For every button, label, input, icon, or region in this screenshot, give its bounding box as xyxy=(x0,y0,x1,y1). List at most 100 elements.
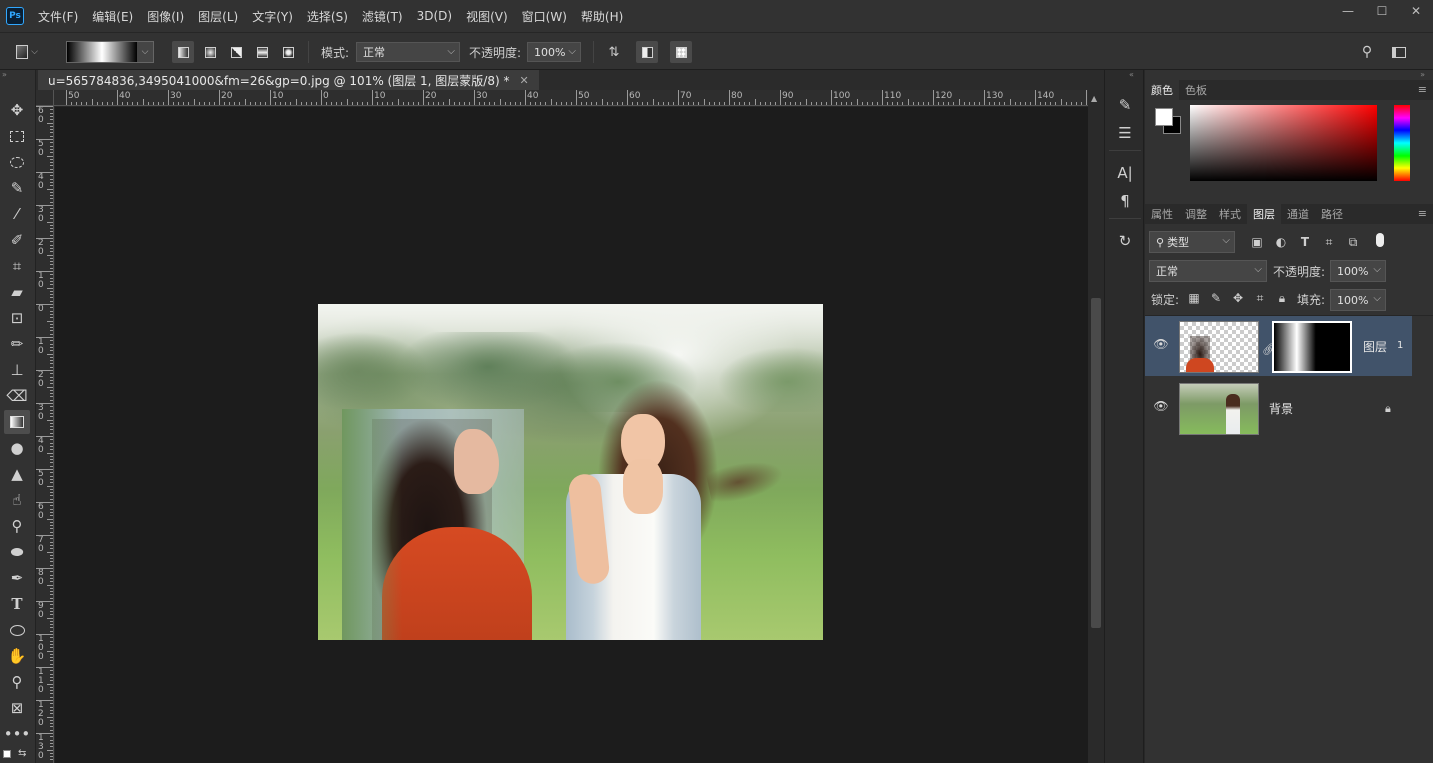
gradient-tool[interactable] xyxy=(4,410,30,434)
type-tool[interactable]: T xyxy=(4,592,30,616)
eyedropper-tool[interactable]: ✐ xyxy=(4,228,30,252)
ellipse-tool[interactable] xyxy=(4,618,30,642)
brush-tool[interactable]: ✏ xyxy=(4,332,30,356)
brush-settings-button[interactable]: ✎ xyxy=(1114,94,1136,116)
menu-select[interactable]: 选择(S) xyxy=(307,8,348,25)
vertical-scrollbar[interactable]: ▲ xyxy=(1088,90,1104,763)
adjustments-button[interactable]: ☰ xyxy=(1114,122,1136,144)
tool-preset-picker[interactable]: ⌵ xyxy=(16,41,38,63)
default-colors-icon[interactable] xyxy=(3,750,11,758)
close-button[interactable]: ✕ xyxy=(1399,0,1433,22)
layer-thumbnail[interactable] xyxy=(1179,383,1259,435)
layer-thumbnail[interactable] xyxy=(1179,321,1259,373)
search-button[interactable]: ⚲ xyxy=(1356,41,1378,63)
reverse-button[interactable]: ⇅ xyxy=(603,41,625,63)
filter-toggle[interactable] xyxy=(1371,231,1389,249)
opacity-field[interactable]: 100% ⌵ xyxy=(527,42,581,62)
layer-filter-select[interactable]: ⚲ 类型 ⌵ xyxy=(1149,231,1235,253)
visibility-eye-icon[interactable]: 👁︎ xyxy=(1153,398,1169,414)
paragraph-button[interactable]: ¶ xyxy=(1114,190,1136,212)
foreground-color-swatch[interactable] xyxy=(1155,108,1173,126)
tab-paths[interactable]: 路径 xyxy=(1315,204,1349,224)
hue-slider[interactable] xyxy=(1394,105,1410,181)
lock-position-button[interactable]: ✥ xyxy=(1229,289,1247,307)
clone-stamp-tool[interactable]: ⊥ xyxy=(4,358,30,382)
patch-tool[interactable]: ⊡ xyxy=(4,306,30,330)
marquee-tool[interactable] xyxy=(4,124,30,148)
sponge-tool[interactable]: ⬬ xyxy=(4,540,30,564)
menu-file[interactable]: 文件(F) xyxy=(38,8,78,25)
blur-tool[interactable]: ● xyxy=(4,436,30,460)
document-image[interactable] xyxy=(318,304,823,640)
document-tab[interactable]: u=565784836,3495041000&fm=26&gp=0.jpg @ … xyxy=(38,70,539,90)
hand-tool[interactable]: ✋ xyxy=(4,644,30,668)
zoom-tool[interactable]: ⚲ xyxy=(4,670,30,694)
panel-menu-icon[interactable]: ≡ xyxy=(1418,207,1427,220)
healing-brush-tool[interactable]: ▰ xyxy=(4,280,30,304)
radial-gradient-button[interactable] xyxy=(199,41,221,63)
transparency-button[interactable] xyxy=(670,41,692,63)
quick-selection-tool[interactable]: ✎ xyxy=(4,176,30,200)
tab-color[interactable]: 颜色 xyxy=(1145,80,1179,100)
layer-row[interactable]: 👁︎ 背景 🔒︎ xyxy=(1145,378,1412,438)
layer-name[interactable]: 背景 xyxy=(1269,400,1293,417)
menu-layer[interactable]: 图层(L) xyxy=(198,8,238,25)
dodge-tool[interactable]: ⚲ xyxy=(4,514,30,538)
angle-gradient-button[interactable] xyxy=(225,41,247,63)
more-tools-button[interactable]: ••• xyxy=(4,722,31,746)
scroll-up-icon[interactable]: ▲ xyxy=(1091,94,1097,103)
menu-type[interactable]: 文字(Y) xyxy=(252,8,293,25)
mode-select[interactable]: 正常 ⌵ xyxy=(356,42,460,62)
magic-wand-tool[interactable]: ⁄ xyxy=(4,202,30,226)
filter-adjustment-button[interactable]: ◐ xyxy=(1272,233,1290,251)
tab-channels[interactable]: 通道 xyxy=(1281,204,1315,224)
menu-3d[interactable]: 3D(D) xyxy=(417,9,452,23)
crop-tool[interactable]: ⌗ xyxy=(4,254,30,278)
dither-button[interactable] xyxy=(636,41,658,63)
layer-mask-thumbnail[interactable] xyxy=(1272,321,1352,373)
menu-edit[interactable]: 编辑(E) xyxy=(92,8,133,25)
collapse-icon[interactable]: » xyxy=(1420,70,1425,79)
blend-mode-select[interactable]: 正常 ⌵ xyxy=(1149,260,1267,282)
collapse-icon[interactable]: » xyxy=(2,70,7,79)
gradient-picker[interactable]: ⌵ xyxy=(66,41,154,63)
filter-pixel-button[interactable]: ▣ xyxy=(1248,233,1266,251)
character-button[interactable]: A| xyxy=(1114,162,1136,184)
pen-tool[interactable]: ✒ xyxy=(4,566,30,590)
tab-swatches[interactable]: 色板 xyxy=(1179,80,1213,100)
history-button[interactable]: ↻ xyxy=(1114,230,1136,252)
menu-window[interactable]: 窗口(W) xyxy=(522,8,567,25)
swap-colors-icon[interactable]: ⇆ xyxy=(18,748,26,759)
frame-tool[interactable]: ⊠ xyxy=(4,696,30,720)
lock-all-button[interactable]: 🔒︎ xyxy=(1273,289,1291,307)
menu-filter[interactable]: 滤镜(T) xyxy=(362,8,403,25)
fill-field[interactable]: 100% ⌵ xyxy=(1330,289,1386,311)
lock-image-button[interactable]: ✎ xyxy=(1207,289,1225,307)
scrollbar-thumb[interactable] xyxy=(1091,298,1101,628)
lasso-tool[interactable] xyxy=(4,150,30,174)
collapse-icon[interactable]: « xyxy=(1129,70,1134,79)
filter-smart-object-button[interactable]: ⧉ xyxy=(1344,233,1362,251)
filter-type-button[interactable]: T xyxy=(1296,233,1314,251)
panel-menu-icon[interactable]: ≡ xyxy=(1418,83,1427,96)
move-tool[interactable]: ✥ xyxy=(4,98,30,122)
lock-artboard-button[interactable]: ⌗ xyxy=(1251,289,1269,307)
visibility-eye-icon[interactable]: 👁︎ xyxy=(1153,336,1169,352)
tab-properties[interactable]: 属性 xyxy=(1145,204,1179,224)
tab-layers[interactable]: 图层 xyxy=(1247,204,1281,224)
workspace-button[interactable] xyxy=(1388,41,1410,63)
reflected-gradient-button[interactable] xyxy=(251,41,273,63)
tab-adjustments[interactable]: 调整 xyxy=(1179,204,1213,224)
eraser-tool[interactable]: ⌫ xyxy=(4,384,30,408)
menu-image[interactable]: 图像(I) xyxy=(147,8,184,25)
filter-shape-button[interactable]: ⌗ xyxy=(1320,233,1338,251)
close-tab-icon[interactable]: ✕ xyxy=(519,74,528,87)
linear-gradient-button[interactable] xyxy=(172,41,194,63)
lock-transparent-button[interactable]: ▦ xyxy=(1185,289,1203,307)
maximize-button[interactable]: ☐ xyxy=(1365,0,1399,22)
menu-help[interactable]: 帮助(H) xyxy=(581,8,623,25)
minimize-button[interactable]: — xyxy=(1331,0,1365,22)
smudge-tool[interactable]: ☝ xyxy=(4,488,30,512)
sharpen-tool[interactable]: ▲ xyxy=(4,462,30,486)
ruler-origin[interactable] xyxy=(36,90,54,106)
